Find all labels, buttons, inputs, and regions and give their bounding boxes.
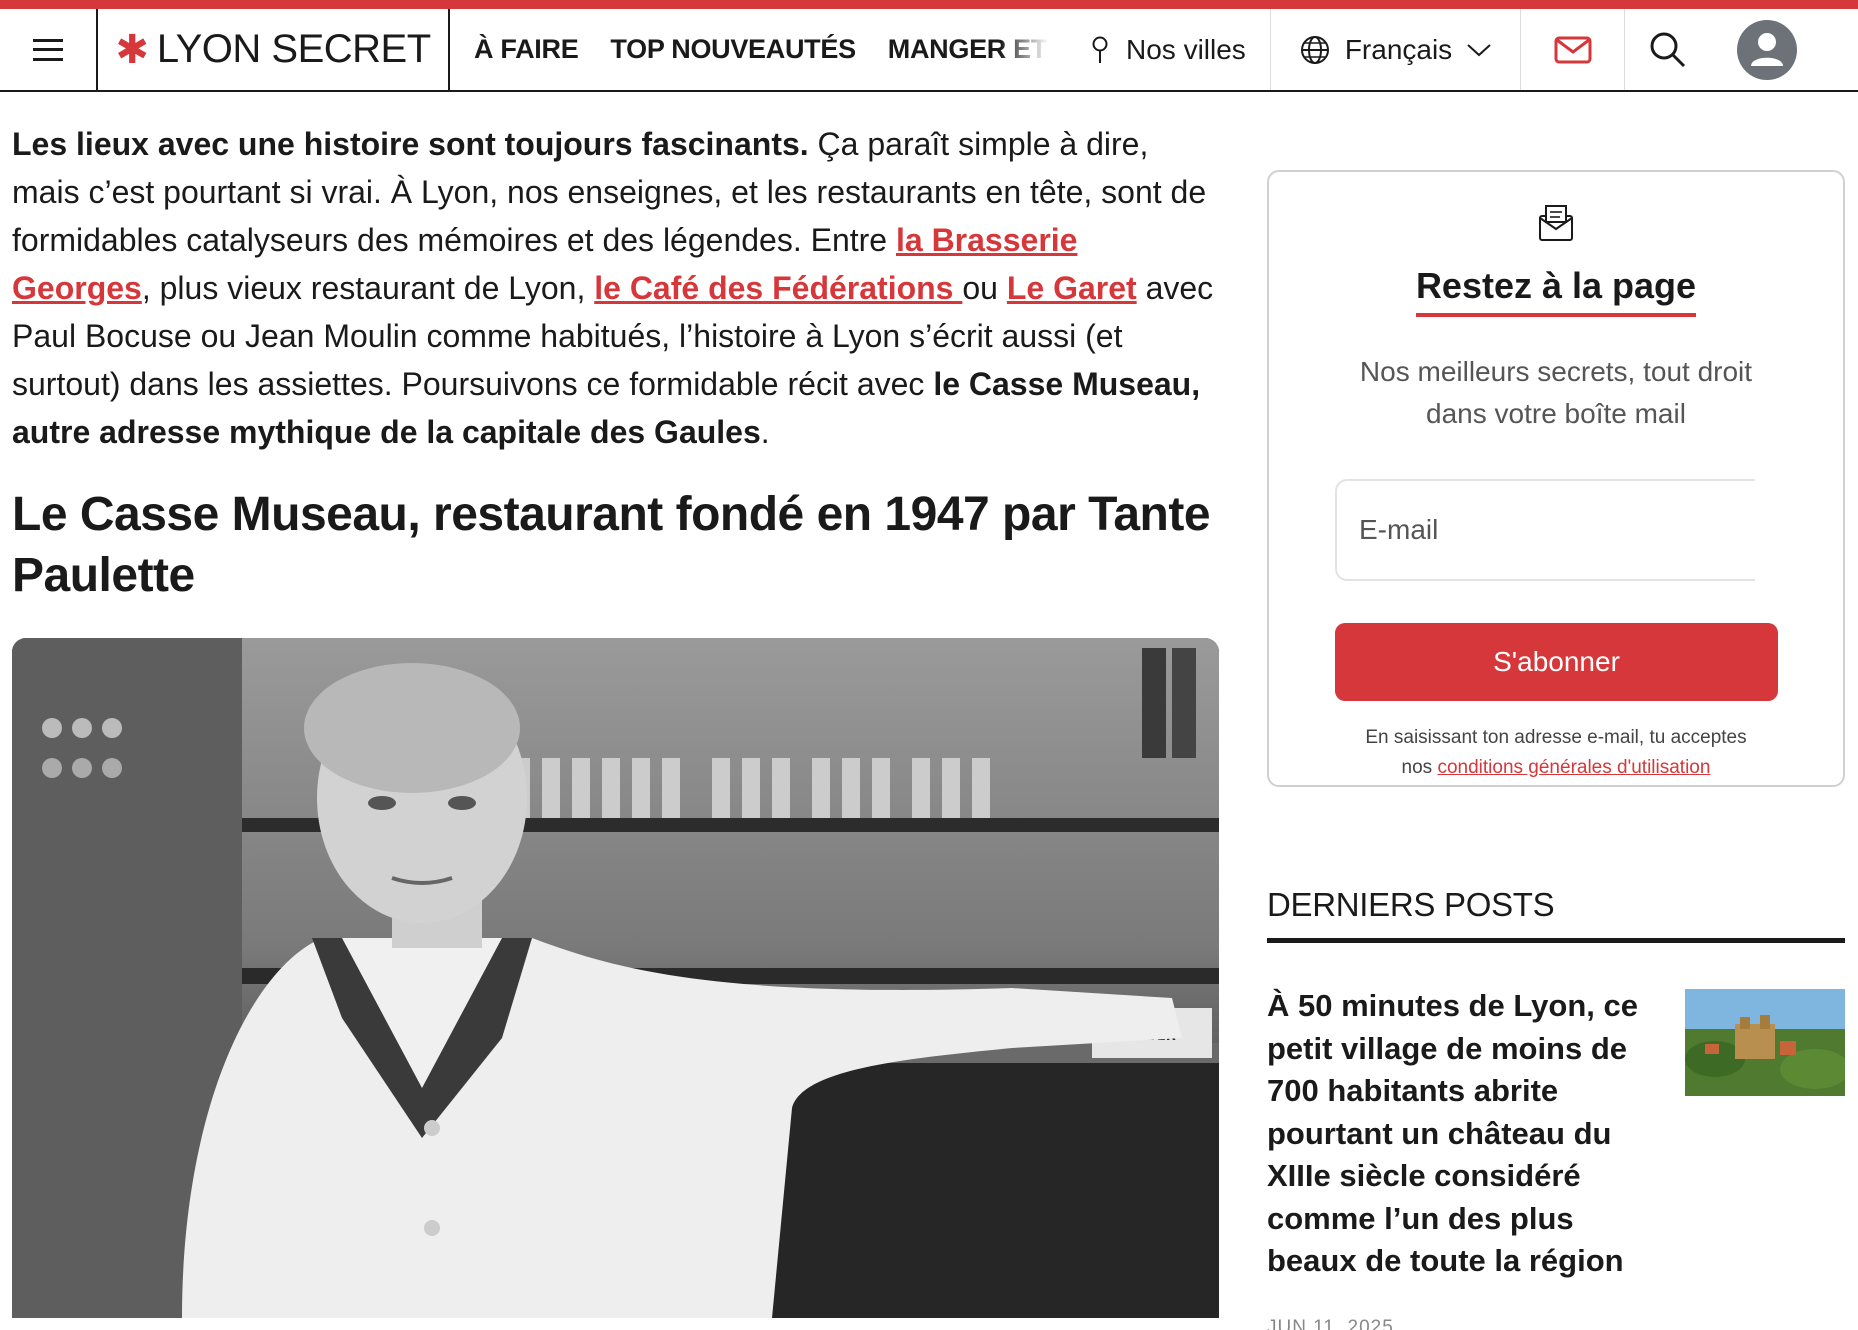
latest-posts-rule	[1267, 938, 1845, 943]
main-nav: À FAIRE TOP NOUVEAUTÉS MANGER ET BO	[450, 9, 1060, 90]
castle-landscape-image	[1685, 989, 1845, 1096]
language-selector[interactable]: Français	[1271, 9, 1522, 90]
latest-post-thumbnail[interactable]	[1685, 989, 1845, 1096]
cities-selector[interactable]: Nos villes	[1060, 9, 1271, 90]
legal-text-line-1: En saisissant ton adresse e-mail, tu acc…	[1365, 727, 1747, 748]
user-avatar-icon	[1751, 32, 1784, 66]
terms-of-use-link[interactable]: conditions générales d'utilisation	[1437, 757, 1710, 778]
legal-text-line-2: nos	[1401, 757, 1438, 778]
latest-post-title[interactable]: À 50 minutes de Lyon, ce petit village d…	[1267, 985, 1647, 1283]
link-cafe-des-federations[interactable]: le Café des Fédérations	[594, 270, 962, 306]
language-label: Français	[1344, 33, 1453, 65]
subscribe-button[interactable]: S'abonner	[1335, 623, 1778, 701]
site-logo[interactable]: ✱ LYON SECRET	[98, 9, 450, 90]
nav-item-top-nouveautes[interactable]: TOP NOUVEAUTÉS	[610, 34, 856, 65]
article-photo: FILTER	[12, 638, 1219, 1318]
latest-posts-header: DERNIERS POSTS	[1267, 886, 1845, 943]
photo-tante-paulette-illustration: FILTER	[12, 638, 1219, 1318]
intro-text-end: .	[760, 414, 770, 450]
top-accent-bar	[0, 0, 1858, 9]
nav-item-a-faire[interactable]: À FAIRE	[474, 34, 579, 65]
intro-text-2: , plus vieux restaurant de Lyon,	[141, 270, 595, 306]
article-intro: Les lieux avec une histoire sont toujour…	[12, 120, 1222, 456]
newsletter-title: Restez à la page	[1415, 265, 1697, 317]
user-account-button[interactable]	[1737, 19, 1798, 80]
globe-icon	[1300, 35, 1329, 64]
mail-icon	[1554, 36, 1592, 63]
nav-fade-overlay	[1000, 9, 1060, 90]
latest-post-item[interactable]: À 50 minutes de Lyon, ce petit village d…	[1267, 985, 1845, 1330]
search-icon	[1650, 32, 1686, 67]
latest-posts-heading: DERNIERS POSTS	[1267, 886, 1555, 923]
newsletter-envelope-icon	[1539, 205, 1573, 241]
link-le-garet[interactable]: Le Garet	[1007, 270, 1137, 306]
chevron-down-icon	[1467, 43, 1491, 56]
article-section-heading: Le Casse Museau, restaurant fondé en 194…	[12, 488, 1211, 602]
article-content: Les lieux avec une histoire sont toujour…	[12, 120, 1222, 1318]
hamburger-menu-button[interactable]	[0, 9, 98, 90]
site-header: ✱ LYON SECRET À FAIRE TOP NOUVEAUTÉS MAN…	[0, 9, 1858, 92]
hamburger-menu-icon	[33, 38, 63, 61]
map-pin-icon	[1092, 36, 1108, 63]
newsletter-signup-card: Restez à la page Nos meilleurs secrets, …	[1267, 170, 1845, 787]
intro-bold-lead: Les lieux avec une histoire sont toujour…	[12, 126, 809, 162]
newsletter-mail-button[interactable]	[1521, 9, 1626, 90]
logo-asterisk-icon: ✱	[115, 27, 149, 72]
newsletter-subtitle: Nos meilleurs secrets, tout droit dans v…	[1359, 356, 1753, 429]
cities-label: Nos villes	[1126, 33, 1246, 65]
newsletter-legal-text: En saisissant ton adresse e-mail, tu acc…	[1269, 723, 1843, 783]
intro-text-3: ou	[962, 270, 1007, 306]
latest-post-date: JUN 11, 2025	[1267, 1316, 1394, 1330]
logo-text: LYON SECRET	[156, 27, 431, 71]
newsletter-email-input[interactable]: E-mail	[1335, 479, 1755, 581]
search-button[interactable]	[1633, 9, 1703, 90]
